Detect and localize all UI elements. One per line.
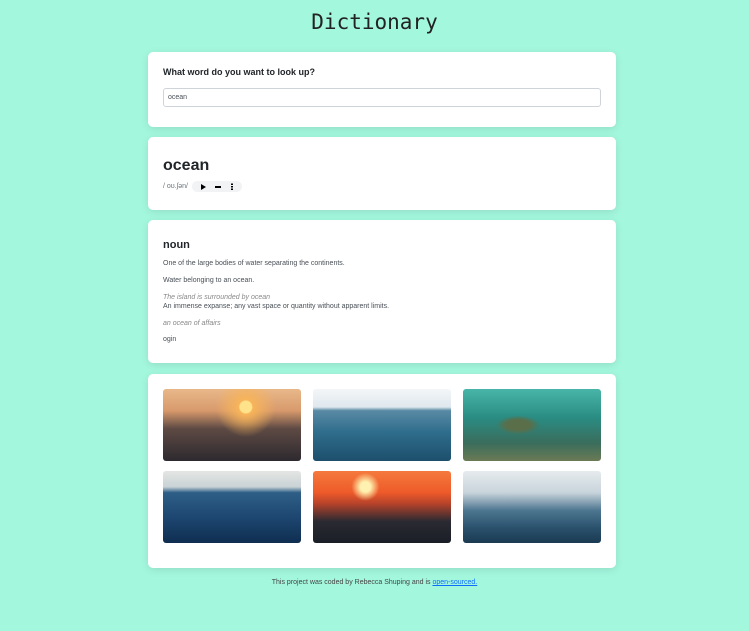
- search-card: What word do you want to look up?: [148, 52, 616, 127]
- photo[interactable]: [163, 471, 301, 543]
- volume-icon[interactable]: [215, 185, 222, 188]
- photo-grid: [163, 389, 601, 543]
- more-options-icon[interactable]: [231, 183, 234, 190]
- photos-card: [148, 374, 616, 568]
- definition-example: an ocean of affairs: [163, 320, 221, 327]
- open-source-link[interactable]: open-sourced.: [432, 579, 477, 586]
- word-card: ocean / oʊ.ʃən/: [148, 137, 616, 210]
- phonetic-text: / oʊ.ʃən/: [163, 183, 188, 190]
- definition-text: Water belonging to an ocean.: [163, 277, 255, 284]
- definition-example: The island is surrounded by ocean: [163, 294, 271, 301]
- photo[interactable]: [463, 389, 601, 461]
- search-label: What word do you want to look up?: [163, 67, 315, 77]
- play-icon[interactable]: [200, 183, 206, 190]
- photo[interactable]: [163, 389, 301, 461]
- word-heading: ocean: [163, 157, 210, 174]
- search-input[interactable]: [163, 88, 601, 107]
- footer-text: This project was coded by Rebecca Shupin…: [271, 579, 433, 586]
- app-title: Dictionary: [311, 10, 438, 34]
- synonym-text: ogin: [163, 336, 177, 343]
- footer: This project was coded by Rebecca Shupin…: [0, 579, 749, 586]
- part-of-speech: noun: [163, 239, 190, 251]
- photo[interactable]: [313, 471, 451, 543]
- definition-text: One of the large bodies of water separat…: [163, 260, 345, 267]
- photo[interactable]: [463, 471, 601, 543]
- audio-player[interactable]: [192, 181, 242, 192]
- definitions-card: noun One of the large bodies of water se…: [148, 220, 616, 363]
- definition-text: An immense expanse; any vast space or qu…: [163, 303, 390, 310]
- photo[interactable]: [313, 389, 451, 461]
- phonetic-row: / oʊ.ʃən/: [163, 181, 601, 192]
